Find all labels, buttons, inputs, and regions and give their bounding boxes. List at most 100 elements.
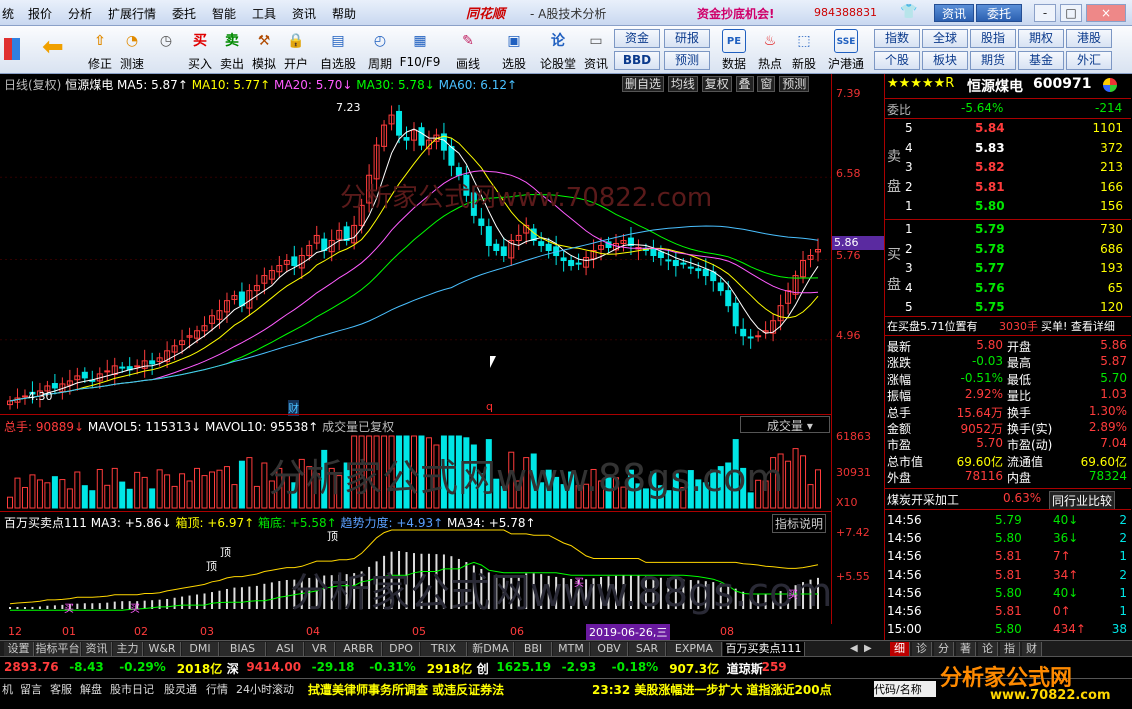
chart-area[interactable]: 日线(复权) 恒源煤电 MA5: 5.87↑ MA10: 5.77↑ MA20:…	[0, 74, 884, 640]
panel-tab[interactable]: 财	[1022, 642, 1042, 656]
futures-button[interactable]: 期货	[970, 51, 1016, 70]
status-item[interactable]: 机	[2, 681, 13, 697]
indicator-tab[interactable]: TRIX	[421, 642, 467, 656]
industry-name[interactable]: 煤炭开采加工	[887, 491, 959, 508]
individual-stock-button[interactable]: 个股	[874, 51, 920, 70]
indicator-tab[interactable]: EXPMA	[667, 642, 722, 656]
buy-level[interactable]: 1 5.79 730	[885, 222, 1131, 238]
panel-tab[interactable]: 分	[934, 642, 954, 656]
sell-level[interactable]: 2 5.81 166	[885, 180, 1131, 196]
status-item[interactable]: 留言	[20, 681, 42, 697]
stock-index-button[interactable]: 股指	[970, 29, 1016, 48]
sell-button[interactable]: 卖卖出	[216, 28, 248, 72]
status-item[interactable]: 24小时滚动	[236, 681, 294, 697]
buy-button[interactable]: 买买入	[184, 28, 216, 72]
big-order-notice[interactable]: 在买盘5.71位置有 3030手 买单! 查看详细	[885, 318, 1131, 334]
indicator-tab[interactable]: BBI	[515, 642, 552, 656]
fix-button[interactable]: ⇧ 修正	[84, 28, 116, 72]
index-button[interactable]: 指数	[874, 29, 920, 48]
indicator-tab[interactable]: ARBR	[336, 642, 382, 656]
news-tool-button[interactable]: ▭ 资讯	[580, 28, 612, 72]
f10-button[interactable]: ▦ F10/F9	[398, 28, 442, 72]
open-account-button[interactable]: 🔒 开户	[280, 28, 312, 72]
indicator-tab[interactable]: 设置	[4, 642, 34, 656]
chart-canvas[interactable]	[0, 74, 884, 640]
research-button[interactable]: 研报	[664, 29, 710, 48]
panel-tab[interactable]: 指	[1000, 642, 1020, 656]
fund-button[interactable]: 资金	[614, 29, 660, 48]
bbd-button[interactable]: BBD	[614, 51, 660, 70]
close-icon[interactable]: ×	[1086, 4, 1126, 22]
code-search-input[interactable]: 代码/名称	[874, 681, 936, 697]
sell-level[interactable]: 5 5.84 1101	[885, 121, 1131, 137]
speed-test-button[interactable]: ◔ 测速	[116, 28, 148, 72]
hk-stocks-button[interactable]: 港股	[1066, 29, 1112, 48]
watchlist-button[interactable]: ▤ 自选股	[318, 28, 358, 72]
indicator-tab[interactable]: ASI	[267, 642, 304, 656]
indicator-tab[interactable]: 百万买卖点111	[723, 642, 805, 656]
panel-tab[interactable]: 著	[956, 642, 976, 656]
q-marker[interactable]: q	[486, 400, 493, 413]
speed-button[interactable]: ◷测速	[150, 28, 182, 72]
indicator-tab[interactable]: 指标平台	[35, 642, 81, 656]
funds-button[interactable]: 基金	[1018, 51, 1064, 70]
indicator-tab[interactable]: W&R	[144, 642, 181, 656]
status-item[interactable]: 行情	[206, 681, 228, 697]
sell-level[interactable]: 1 5.80 156	[885, 199, 1131, 215]
sell-level[interactable]: 3 5.82 213	[885, 160, 1131, 176]
panel-tab[interactable]: 细	[890, 642, 910, 656]
forecast-button[interactable]: 预测	[664, 51, 710, 70]
shirt-icon[interactable]: 👕	[900, 4, 918, 22]
promo-link[interactable]: 资金抄底机会!	[697, 5, 774, 22]
menu-item[interactable]: 报价	[28, 5, 52, 22]
simulate-button[interactable]: ⚒ 模拟	[248, 28, 280, 72]
panel-tab[interactable]: 诊	[912, 642, 932, 656]
indicator-tab[interactable]: 新DMA	[468, 642, 514, 656]
indicator-tab[interactable]: DMI	[182, 642, 219, 656]
hot-button[interactable]: ♨ 热点	[754, 28, 786, 72]
pie-icon[interactable]	[1103, 78, 1117, 92]
trade-button[interactable]: 委托	[976, 4, 1022, 22]
buy-level[interactable]: 5 5.75 120	[885, 300, 1131, 316]
indicator-tab[interactable]: 资讯	[82, 642, 112, 656]
draw-line-button[interactable]: ✎ 画线	[452, 28, 484, 72]
forex-button[interactable]: 外汇	[1066, 51, 1112, 70]
menu-item[interactable]: 扩展行情	[108, 5, 156, 22]
menu-item[interactable]: 统	[2, 5, 14, 22]
status-item[interactable]: 客服	[50, 681, 72, 697]
status-item[interactable]: 解盘	[80, 681, 102, 697]
panel-tab[interactable]: 论	[978, 642, 998, 656]
indicator-explain-button[interactable]: 指标说明	[772, 514, 827, 533]
period-button[interactable]: ◴ 周期	[364, 28, 396, 72]
buy-level[interactable]: 3 5.77 193	[885, 261, 1131, 277]
news-ticker-1[interactable]: 拭遭美律师事务所调查 或违反证券法	[308, 681, 504, 698]
status-item[interactable]: 股市日记	[110, 681, 154, 697]
industry-compare-button[interactable]: 同行业比较	[1049, 491, 1116, 510]
forum-button[interactable]: 论论股堂	[538, 28, 578, 72]
indicator-tab[interactable]: OBV	[591, 642, 628, 656]
data-button[interactable]: PE 数据	[718, 28, 750, 72]
indicator-tab[interactable]: MTM	[553, 642, 590, 656]
status-item[interactable]: 股灵通	[164, 681, 197, 697]
buy-level[interactable]: 2 5.78 686	[885, 242, 1131, 258]
back-arrow-icon[interactable]: ⬅	[42, 34, 64, 60]
layout-icon[interactable]	[4, 38, 20, 60]
buy-level[interactable]: 4 5.76 65	[885, 281, 1131, 297]
indicator-tab[interactable]: DPO	[383, 642, 420, 656]
stock-screen-button[interactable]: ▣ 选股	[498, 28, 530, 72]
scroll-left-icon[interactable]: ◀	[850, 643, 858, 654]
sell-level[interactable]: 4 5.83 372	[885, 141, 1131, 157]
menu-item[interactable]: 委托	[172, 5, 196, 22]
hk-connect-button[interactable]: SSE 沪港通	[824, 28, 868, 72]
indicator-tab[interactable]: SAR	[629, 642, 666, 656]
indicator-tab[interactable]: BIAS	[220, 642, 266, 656]
sector-button[interactable]: 板块	[922, 51, 968, 70]
menu-item[interactable]: 智能	[212, 5, 236, 22]
minimize-icon[interactable]: -	[1034, 4, 1056, 22]
menu-item[interactable]: 分析	[68, 5, 92, 22]
menu-item[interactable]: 资讯	[292, 5, 316, 22]
news-ticker-2[interactable]: 23:32 美股涨幅进一步扩大 道指涨近200点	[592, 681, 832, 698]
menu-item[interactable]: 帮助	[332, 5, 356, 22]
maximize-icon[interactable]: □	[1060, 4, 1082, 22]
indicator-select[interactable]: 成交量 ▾	[740, 416, 830, 433]
